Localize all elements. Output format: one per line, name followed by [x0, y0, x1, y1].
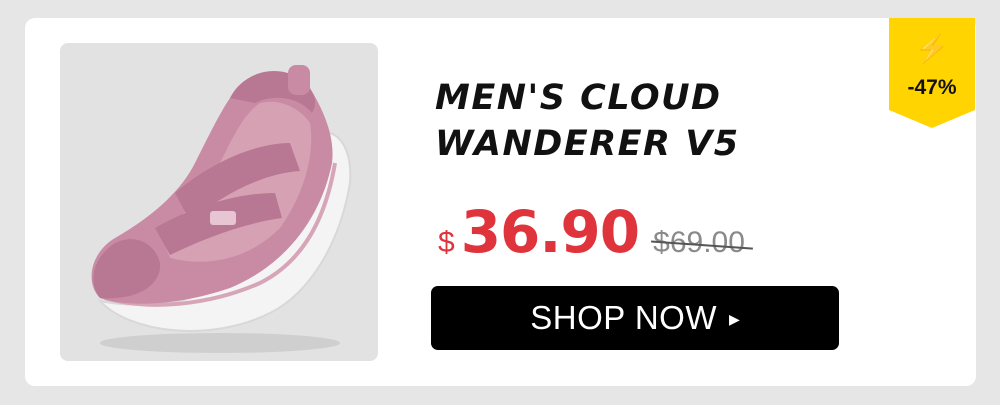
play-triangle-icon: ▶	[728, 310, 740, 327]
discount-badge: ⚡ -47%	[889, 18, 975, 128]
product-title[interactable]: MEN'S CLOUD WANDERER V5	[435, 75, 855, 167]
product-card[interactable]: MEN'S CLOUD WANDERER V5 $ 36.90 $69.00 S…	[25, 18, 976, 386]
currency-symbol: $	[438, 226, 455, 259]
sale-price: 36.90	[460, 198, 640, 266]
lightning-bolt-icon: ⚡	[914, 33, 950, 64]
shop-now-label: SHOP NOW	[530, 299, 717, 336]
shoe-illustration	[91, 65, 352, 353]
discount-percent: -47%	[907, 76, 957, 99]
price-row: $ 36.90 $69.00	[438, 198, 745, 266]
original-price: $69.00	[653, 226, 745, 259]
product-image[interactable]	[60, 43, 378, 361]
shop-now-button[interactable]: SHOP NOW ▶	[431, 286, 839, 350]
